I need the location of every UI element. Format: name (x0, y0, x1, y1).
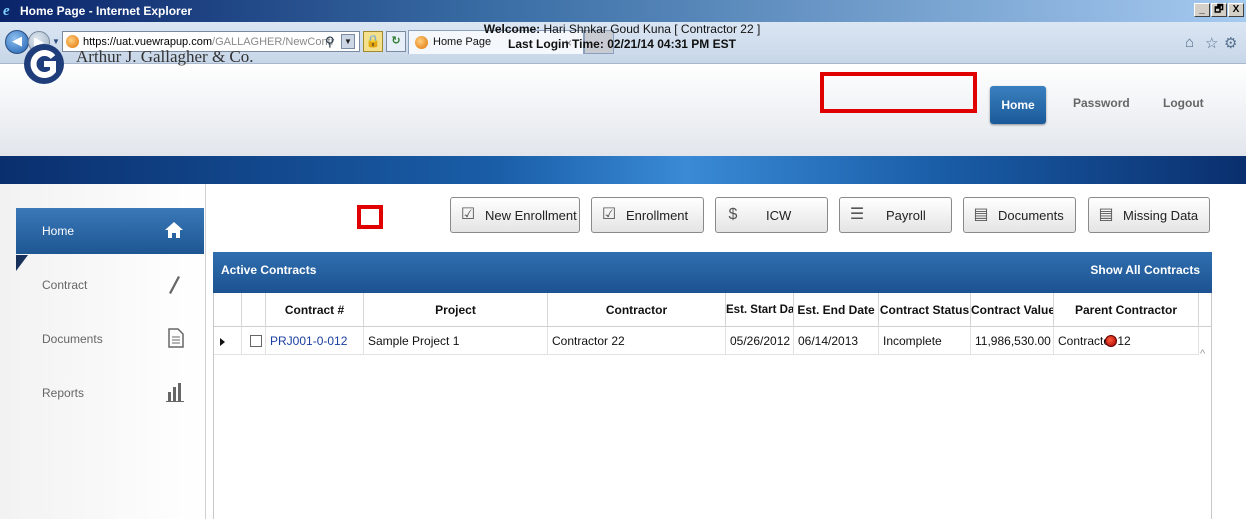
pencil-icon (164, 274, 184, 301)
sidebar-item-contract[interactable]: Contract (16, 262, 204, 308)
payroll-label: Payroll (886, 208, 926, 223)
home-browser-icon[interactable]: ⌂ (1185, 34, 1194, 51)
lock-icon[interactable]: 🔒 (363, 31, 383, 52)
missing-data-button[interactable]: ▤ Missing Data (1088, 197, 1210, 233)
last-login-label: Last Login Time: (508, 37, 604, 51)
scroll-up-icon[interactable]: ^ (1200, 348, 1205, 360)
column-header[interactable]: Parent Contractor (1054, 293, 1199, 327)
gallagher-logo (24, 44, 64, 84)
icw-button[interactable]: $ ICW (715, 197, 828, 233)
expand-column-header (214, 293, 242, 327)
table-row-expander-cell (214, 327, 242, 355)
start-date-cell: 05/26/2012 (726, 327, 794, 355)
brand-name: Arthur J. Gallagher & Co. (76, 47, 254, 66)
icw-label: ICW (766, 208, 792, 223)
contract-number-link[interactable]: PRJ001-0-012 (266, 327, 364, 355)
window-title: Home Page - Internet Explorer (20, 4, 193, 18)
internet-explorer-icon: e (3, 3, 10, 19)
new-enrollment-button[interactable]: ☑ New Enrollment (450, 197, 580, 233)
column-header[interactable]: Contractor (548, 293, 726, 327)
payroll-button[interactable]: ☰ Payroll (839, 197, 952, 233)
logout-link[interactable]: Logout (1163, 96, 1204, 110)
sidebar-item-label: Documents (42, 332, 103, 346)
column-header[interactable]: Est. End Date (794, 293, 879, 327)
contracts-grid: Contract # Project Contractor Est. Start… (213, 293, 1212, 519)
document-icon: ▤ (973, 206, 989, 223)
sidebar-item-label: Contract (42, 278, 88, 292)
home-icon (164, 220, 184, 245)
new-enrollment-label: New Enrollment (485, 208, 577, 223)
window-controls: _ 🗗 X (1194, 3, 1244, 17)
column-header[interactable]: Contract Value (971, 293, 1054, 327)
enrollment-button[interactable]: ☑ Enrollment (591, 197, 704, 233)
project-cell: Sample Project 1 (364, 327, 548, 355)
search-icon[interactable]: ⚲ (325, 34, 335, 50)
document-icon (168, 328, 184, 353)
expand-row-icon[interactable] (220, 338, 225, 346)
end-date-cell: 06/14/2013 (794, 327, 879, 355)
panel-title: Active Contracts (221, 263, 317, 277)
sidebar-divider (205, 184, 206, 519)
scroll-column-header (1199, 293, 1211, 327)
highlight-box-toolbar (357, 205, 383, 229)
money-document-icon: $ (728, 206, 738, 223)
bar-chart-icon (166, 382, 184, 407)
last-login-value: 02/21/14 04:31 PM EST (607, 37, 736, 51)
favorites-star-icon[interactable]: ☆ (1205, 34, 1218, 52)
active-contracts-header: Active Contracts Show All Contracts (213, 252, 1212, 293)
column-header[interactable]: Project (364, 293, 548, 327)
app-header (0, 64, 1246, 156)
welcome-block: Welcome: Hari Shnkar Goud Kuna [ Contrac… (418, 22, 826, 52)
select-column-header (242, 293, 266, 327)
status-indicator-icon (1105, 335, 1117, 347)
close-window-button[interactable]: X (1228, 3, 1244, 17)
missing-data-label: Missing Data (1123, 208, 1199, 223)
header-band (0, 156, 1246, 184)
sidebar-item-label: Reports (42, 386, 85, 400)
documents-label: Documents (998, 208, 1064, 223)
column-header[interactable]: Contract Status (879, 293, 971, 327)
enrollment-label: Enrollment (626, 208, 689, 223)
value-cell: 11,986,530.00 (971, 327, 1054, 355)
documents-button[interactable]: ▤ Documents (963, 197, 1076, 233)
tools-gear-icon[interactable]: ⚙ (1224, 34, 1237, 52)
refresh-icon[interactable]: ↻ (386, 31, 406, 52)
home-nav-button[interactable]: Home (990, 86, 1046, 124)
welcome-label: Welcome: (483, 22, 541, 36)
restore-button[interactable]: 🗗 (1211, 3, 1227, 17)
sidebar-item-reports[interactable]: Reports (16, 370, 204, 416)
minimize-button[interactable]: _ (1194, 3, 1210, 17)
highlight-box-header (820, 72, 977, 113)
show-all-contracts-link[interactable]: Show All Contracts (1090, 263, 1200, 277)
column-header[interactable]: Est. Start Date (726, 293, 794, 327)
checklist-icon: ☑ (601, 206, 617, 223)
contractor-cell: Contractor 22 (548, 327, 726, 355)
password-link[interactable]: Password (1073, 96, 1130, 110)
payroll-icon: ☰ (849, 206, 865, 223)
document-icon: ▤ (1098, 206, 1114, 223)
sidebar-item-label: Home (42, 224, 75, 238)
sidebar-item-documents[interactable]: Documents (16, 316, 204, 362)
row-checkbox[interactable] (250, 335, 262, 347)
status-cell: Incomplete (879, 327, 971, 355)
welcome-user: Hari Shnkar Goud Kuna [ Contractor 22 ] (543, 22, 761, 36)
address-dropdown-icon[interactable]: ▼ (341, 34, 355, 49)
browser-title-bar: e Home Page - Internet Explorer _ 🗗 X (0, 0, 1246, 22)
sidebar-item-home[interactable]: Home (16, 208, 204, 254)
checklist-icon: ☑ (460, 206, 476, 223)
column-header[interactable]: Contract # (266, 293, 364, 327)
parent-contractor-cell: Contractor 12 (1054, 327, 1199, 355)
